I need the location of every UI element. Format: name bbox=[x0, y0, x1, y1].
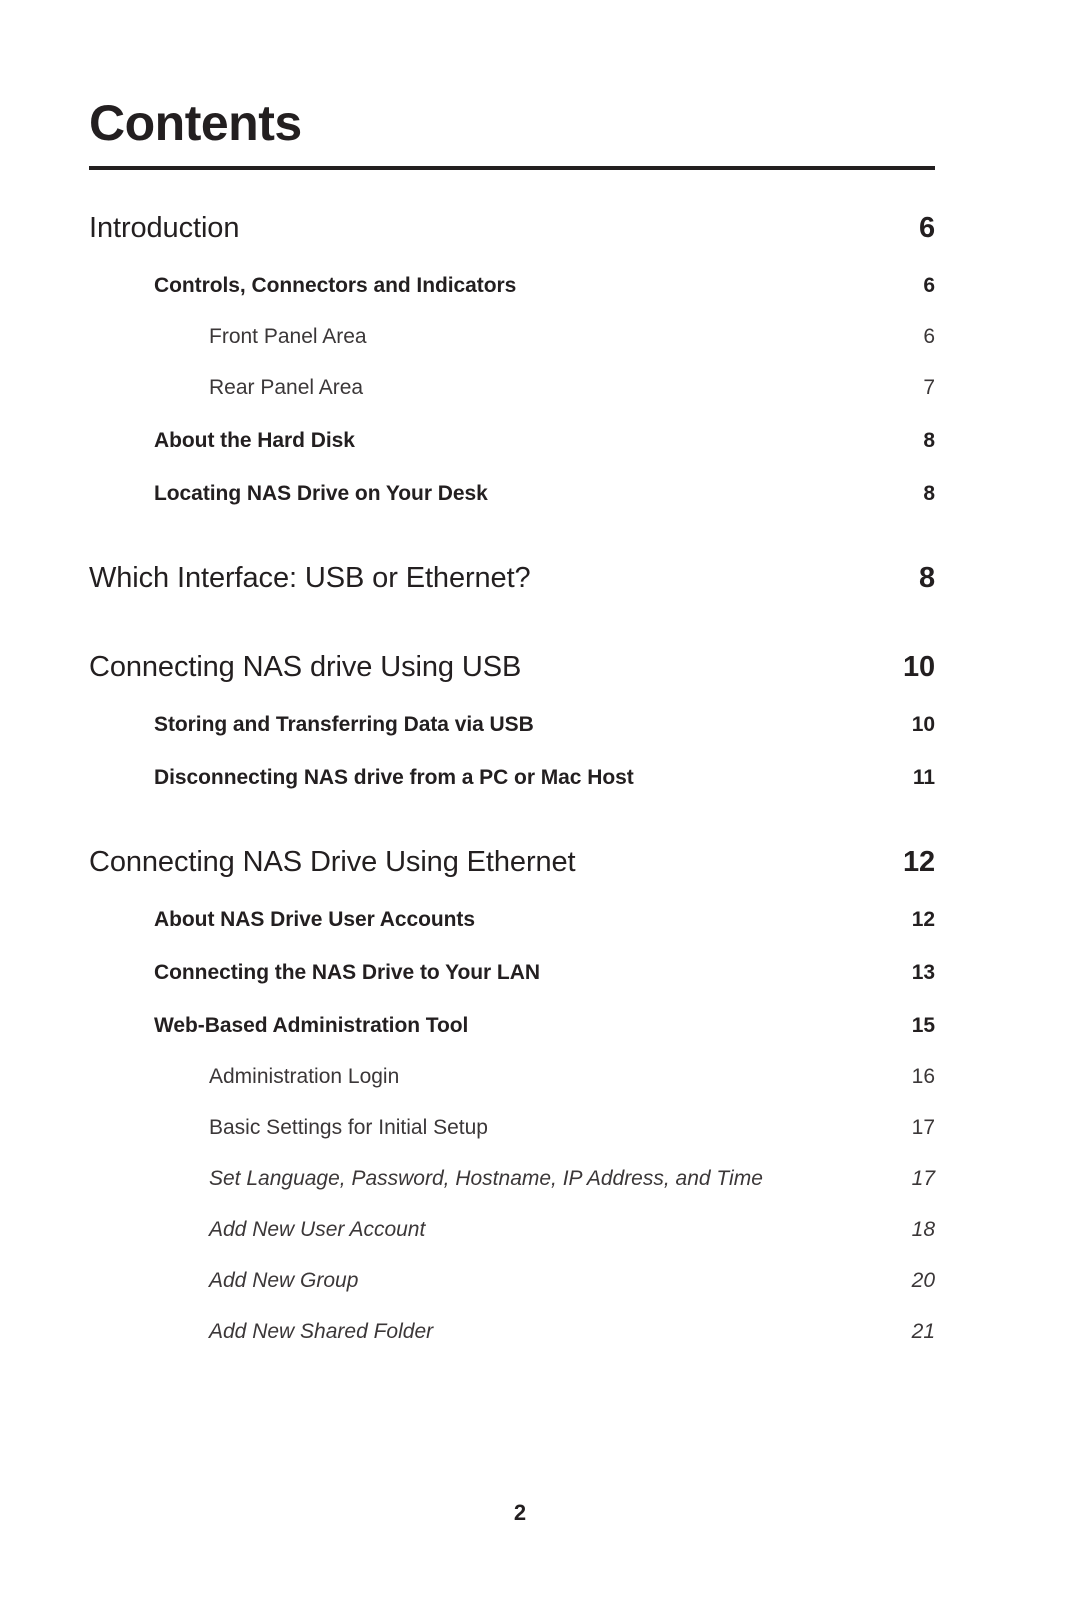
page-title: Contents bbox=[89, 95, 302, 151]
toc-entry-label: Administration Login bbox=[209, 1065, 400, 1088]
toc-entry-label: Disconnecting NAS drive from a PC or Mac… bbox=[154, 766, 634, 789]
toc-entry-label: Introduction bbox=[89, 212, 240, 244]
toc-entry-label: Web-Based Administration Tool bbox=[154, 1014, 469, 1037]
toc-entry-label: Locating NAS Drive on Your Desk bbox=[154, 482, 488, 505]
toc-entry-label: Connecting NAS drive Using USB bbox=[89, 651, 522, 683]
toc-entry-page-number: 10 bbox=[902, 651, 935, 683]
toc-entry-page-number: 12 bbox=[902, 846, 935, 878]
toc-entry[interactable]: Administration Login 16 bbox=[89, 1065, 935, 1089]
toc-entry[interactable]: Disconnecting NAS drive from a PC or Mac… bbox=[89, 766, 935, 790]
toc-entry-page-number: 17 bbox=[911, 1116, 935, 1139]
toc-entry-label: Connecting the NAS Drive to Your LAN bbox=[154, 961, 540, 984]
toc-entry-page-number: 8 bbox=[918, 562, 935, 594]
toc-entry[interactable]: Add New Group 20 bbox=[89, 1269, 935, 1293]
toc-entry-page-number: 6 bbox=[923, 325, 935, 348]
toc-entry-label: About NAS Drive User Accounts bbox=[154, 908, 475, 931]
toc-entry-page-number: 20 bbox=[911, 1269, 935, 1292]
toc-entry-page-number: 21 bbox=[911, 1320, 935, 1343]
toc-entry-page-number: 16 bbox=[911, 1065, 935, 1088]
toc-entry-label: Connecting NAS Drive Using Ethernet bbox=[89, 846, 576, 878]
page-folio-number: 2 bbox=[513, 1500, 527, 1525]
toc-entry-label: Storing and Transferring Data via USB bbox=[154, 713, 534, 736]
toc-entry-page-number: 7 bbox=[923, 376, 935, 399]
toc-entry-label: Basic Settings for Initial Setup bbox=[209, 1116, 488, 1139]
toc-entry[interactable]: About the Hard Disk 8 bbox=[89, 429, 935, 453]
toc-entry[interactable]: About NAS Drive User Accounts 12 bbox=[89, 908, 935, 932]
toc-entry[interactable]: Locating NAS Drive on Your Desk 8 bbox=[89, 482, 935, 506]
toc-entry-label: Add New Shared Folder bbox=[209, 1320, 434, 1343]
toc-entry-label: Controls, Connectors and Indicators bbox=[154, 274, 517, 297]
toc-entry[interactable]: Set Language, Password, Hostname, IP Add… bbox=[89, 1167, 935, 1191]
document-page: Contents Introduction 6 Controls, Connecto… bbox=[0, 0, 1080, 1620]
toc-entry-page-number: 17 bbox=[911, 1167, 935, 1190]
toc-entry-page-number: 13 bbox=[911, 961, 935, 984]
contents-body: Contents Introduction 6 Controls, Connecto… bbox=[89, 0, 935, 1344]
toc-entry[interactable]: Connecting the NAS Drive to Your LAN 13 bbox=[89, 961, 935, 985]
toc-entry[interactable]: Rear Panel Area 7 bbox=[89, 376, 935, 400]
toc-entry[interactable]: Connecting NAS drive Using USB 10 bbox=[89, 651, 935, 684]
toc-entry-page-number: 8 bbox=[923, 482, 935, 505]
toc-entry-page-number: 6 bbox=[923, 274, 935, 297]
toc-entry[interactable]: Basic Settings for Initial Setup 17 bbox=[89, 1116, 935, 1140]
toc-entry[interactable]: Connecting NAS Drive Using Ethernet 12 bbox=[89, 846, 935, 879]
toc-entry[interactable]: Introduction 6 bbox=[89, 212, 935, 245]
toc-entry[interactable]: Storing and Transferring Data via USB 10 bbox=[89, 713, 935, 737]
toc-entry-page-number: 8 bbox=[923, 429, 935, 452]
toc-entry[interactable]: Front Panel Area 6 bbox=[89, 325, 935, 349]
toc-entry[interactable]: Controls, Connectors and Indicators 6 bbox=[89, 274, 935, 298]
toc-entry[interactable]: Add New User Account 18 bbox=[89, 1218, 935, 1242]
toc-entry[interactable]: Web-Based Administration Tool 15 bbox=[89, 1014, 935, 1038]
toc-entry-label: Rear Panel Area bbox=[209, 376, 364, 399]
toc-entry-page-number: 10 bbox=[911, 713, 935, 736]
toc-entry[interactable]: Which Interface: USB or Ethernet? 8 bbox=[89, 562, 935, 595]
toc-entry-label: Add New User Account bbox=[209, 1218, 426, 1241]
toc-entry-page-number: 12 bbox=[911, 908, 935, 931]
toc-entry-page-number: 18 bbox=[911, 1218, 935, 1241]
toc-entry-label: Front Panel Area bbox=[209, 325, 367, 348]
toc-entry-label: Which Interface: USB or Ethernet? bbox=[89, 562, 531, 594]
toc-entry-label: Set Language, Password, Hostname, IP Add… bbox=[209, 1167, 763, 1190]
toc-entry-page-number: 6 bbox=[918, 212, 935, 244]
toc-entry-page-number: 11 bbox=[912, 766, 935, 789]
toc-entry-label: About the Hard Disk bbox=[154, 429, 355, 452]
table-of-contents-list: Introduction 6 Controls, Connectors and In… bbox=[89, 170, 935, 1344]
toc-entry-page-number: 15 bbox=[911, 1014, 935, 1037]
toc-entry[interactable]: Add New Shared Folder 21 bbox=[89, 1320, 935, 1344]
toc-entry-label: Add New Group bbox=[209, 1269, 359, 1292]
